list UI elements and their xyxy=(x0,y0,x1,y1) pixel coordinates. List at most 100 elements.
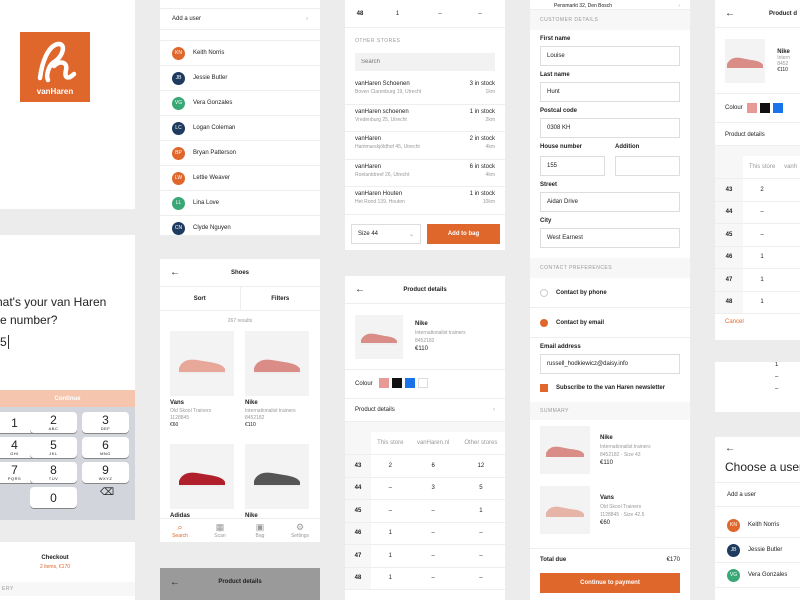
back-arrow-icon[interactable]: ← xyxy=(170,267,180,278)
store-list-item[interactable]: vanHaren Hammarskjöldhof 45, Utrecht 2 in … xyxy=(345,132,505,160)
contact-email-option[interactable]: Contact by email xyxy=(530,308,690,338)
city-value: West Earnest xyxy=(547,235,583,241)
key-8[interactable]: 8 TUV xyxy=(30,462,77,483)
swatch-black[interactable] xyxy=(391,378,402,388)
last-name-field[interactable]: Hunt xyxy=(540,82,680,102)
user-name: Lina Love xyxy=(193,200,220,206)
store-list-item[interactable]: vanHaren Roelantdreef 26, Utrecht 6 in sto… xyxy=(345,160,505,187)
avatar: JB xyxy=(727,543,740,557)
house-number-field[interactable]: 155 xyxy=(540,156,605,176)
product-details-row[interactable]: Product details › xyxy=(345,398,505,422)
user-list-item[interactable]: KN Keith Norris xyxy=(160,41,320,66)
contact-phone-option[interactable]: Contact by phone xyxy=(530,278,690,308)
size-cell: 47 xyxy=(715,268,743,292)
cancel-button[interactable]: Cancel xyxy=(715,314,800,330)
first-name-field[interactable]: Louise xyxy=(540,46,680,66)
back-arrow-icon[interactable]: ← xyxy=(725,8,735,19)
product-tile[interactable]: Adidas xyxy=(170,444,234,521)
swatch-black[interactable] xyxy=(759,103,770,113)
other-cell: 12 xyxy=(456,454,505,478)
user-list-item[interactable]: LW Lettie Weaver xyxy=(160,166,320,191)
product-details-row[interactable]: Product details xyxy=(715,122,800,146)
user-list-item[interactable]: VG Vera Gonzales xyxy=(160,91,320,116)
extra-cell: – xyxy=(775,386,779,392)
swatch-pink[interactable] xyxy=(746,103,757,113)
product-tile[interactable]: Nike xyxy=(245,444,309,521)
product-tile[interactable]: Vans Old Skool Trainers 1128845 €60 xyxy=(170,331,234,428)
product-image xyxy=(170,444,234,509)
key-5[interactable]: 5 JKL xyxy=(30,437,77,458)
key-0[interactable]: 0 xyxy=(30,487,77,508)
add-user-label: Add a user xyxy=(172,16,202,22)
street-field[interactable]: Aidan Drive xyxy=(540,192,680,212)
swatch-blue[interactable] xyxy=(404,378,415,388)
continue-button[interactable]: Continue xyxy=(0,390,135,407)
user-list-item[interactable]: LC Logan Coleman xyxy=(160,116,320,141)
checkbox-checked-icon xyxy=(540,384,548,392)
radio-checked-icon xyxy=(540,318,548,327)
store-number-input[interactable]: 5 xyxy=(0,335,9,349)
other-cell: 5 xyxy=(456,477,505,500)
back-arrow-icon[interactable]: ← xyxy=(715,437,800,460)
back-arrow-icon[interactable]: ← xyxy=(355,284,365,295)
key-2[interactable]: 2 ABC xyxy=(30,412,77,433)
add-user-row[interactable]: Add a user › xyxy=(160,8,320,30)
swatch-blue[interactable] xyxy=(772,103,783,113)
city-field[interactable]: West Earnest xyxy=(540,228,680,248)
product-details-link: Product details xyxy=(355,407,395,413)
add-user-row[interactable]: Add a user xyxy=(715,482,800,507)
key-digit: 2 xyxy=(50,413,57,427)
this-store-cell: 1 xyxy=(743,246,782,269)
user-list-item[interactable]: VG Vera Gonzales xyxy=(715,563,800,588)
chevron-right-icon: › xyxy=(493,407,495,413)
store-list-item[interactable]: vanHaren Schoenen Boven Clarenburg 19, Ut… xyxy=(345,77,505,105)
user-list-item[interactable]: BP Bryan Patterson xyxy=(160,141,320,166)
user-list-item[interactable]: JB Jessie Butler xyxy=(715,538,800,563)
store-name: vanHaren xyxy=(355,163,382,170)
checkout-subtitle: 2 items, €170 xyxy=(39,564,71,570)
size-select[interactable]: Size 44 ⌄ xyxy=(351,224,421,244)
key-6[interactable]: 6 MNO xyxy=(82,437,129,458)
checkout-section-label: ERY xyxy=(0,582,135,596)
key-3[interactable]: 3 DEF xyxy=(82,412,129,433)
newsletter-checkbox-row[interactable]: Subscribe to the van Haren newsletter xyxy=(530,374,690,402)
nav-settings[interactable]: ⚙ Settings xyxy=(280,522,320,539)
back-arrow-icon[interactable]: ← xyxy=(170,577,180,588)
backspace-icon[interactable]: ⌫ xyxy=(100,487,114,498)
nav-scan[interactable]: ▦ Scan xyxy=(200,522,240,539)
user-list-item[interactable]: LL Lina Love xyxy=(160,191,320,216)
sort-button[interactable]: Sort xyxy=(160,286,241,311)
store-distance: 4km xyxy=(485,171,495,178)
user-name: Bryan Patterson xyxy=(193,150,237,156)
store-list-item[interactable]: vanHaren Houten Het Rond 139, Houten 1 in … xyxy=(345,187,505,215)
store-list-item[interactable]: vanHaren schoenen Vredenburg 25, Utrecht 1… xyxy=(345,105,505,132)
tile-sku: 1128845 xyxy=(170,415,190,421)
store-search-input[interactable] xyxy=(355,53,495,71)
postal-code-field[interactable]: 0308 KH xyxy=(540,118,680,138)
filters-button[interactable]: Filters xyxy=(241,287,321,311)
nav-bag[interactable]: ▣ Bag xyxy=(240,522,280,539)
user-list-item[interactable]: CN Clyde Nguyen xyxy=(160,216,320,235)
continue-to-payment-button[interactable]: Continue to payment xyxy=(540,573,680,593)
add-to-bag-button[interactable]: Add to bag xyxy=(427,224,500,244)
this-store-cell: – xyxy=(371,477,410,500)
email-field[interactable]: russell_hodkiewicz@daisy.info xyxy=(540,354,680,374)
addition-field[interactable] xyxy=(615,156,680,176)
online-cell: 6 xyxy=(409,454,457,478)
street-label: Street xyxy=(540,182,558,188)
store-address-row[interactable]: Pensmarkt 32, Den Bosch › xyxy=(530,0,690,10)
nav-label: Settings xyxy=(290,533,310,539)
swatch-white[interactable] xyxy=(417,378,428,388)
product-tile[interactable]: Nike Internationalist trainers 8452182 €110 xyxy=(245,331,309,428)
user-name: Vera Gonzales xyxy=(748,572,788,578)
swatch-pink[interactable] xyxy=(378,378,389,388)
nav-search[interactable]: ⌕ Search xyxy=(160,522,200,539)
key-9[interactable]: 9 WXYZ xyxy=(82,462,129,483)
tile-price: €60 xyxy=(170,422,179,428)
other-cell: – xyxy=(478,10,482,17)
store-stock: 2 in stock xyxy=(469,136,495,142)
stock-row: 48 1 xyxy=(715,291,800,314)
stock-row: 46 1 xyxy=(715,246,800,269)
user-list-item[interactable]: JB Jessie Butler xyxy=(160,66,320,91)
user-list-item[interactable]: KN Keith Norris xyxy=(715,513,800,538)
